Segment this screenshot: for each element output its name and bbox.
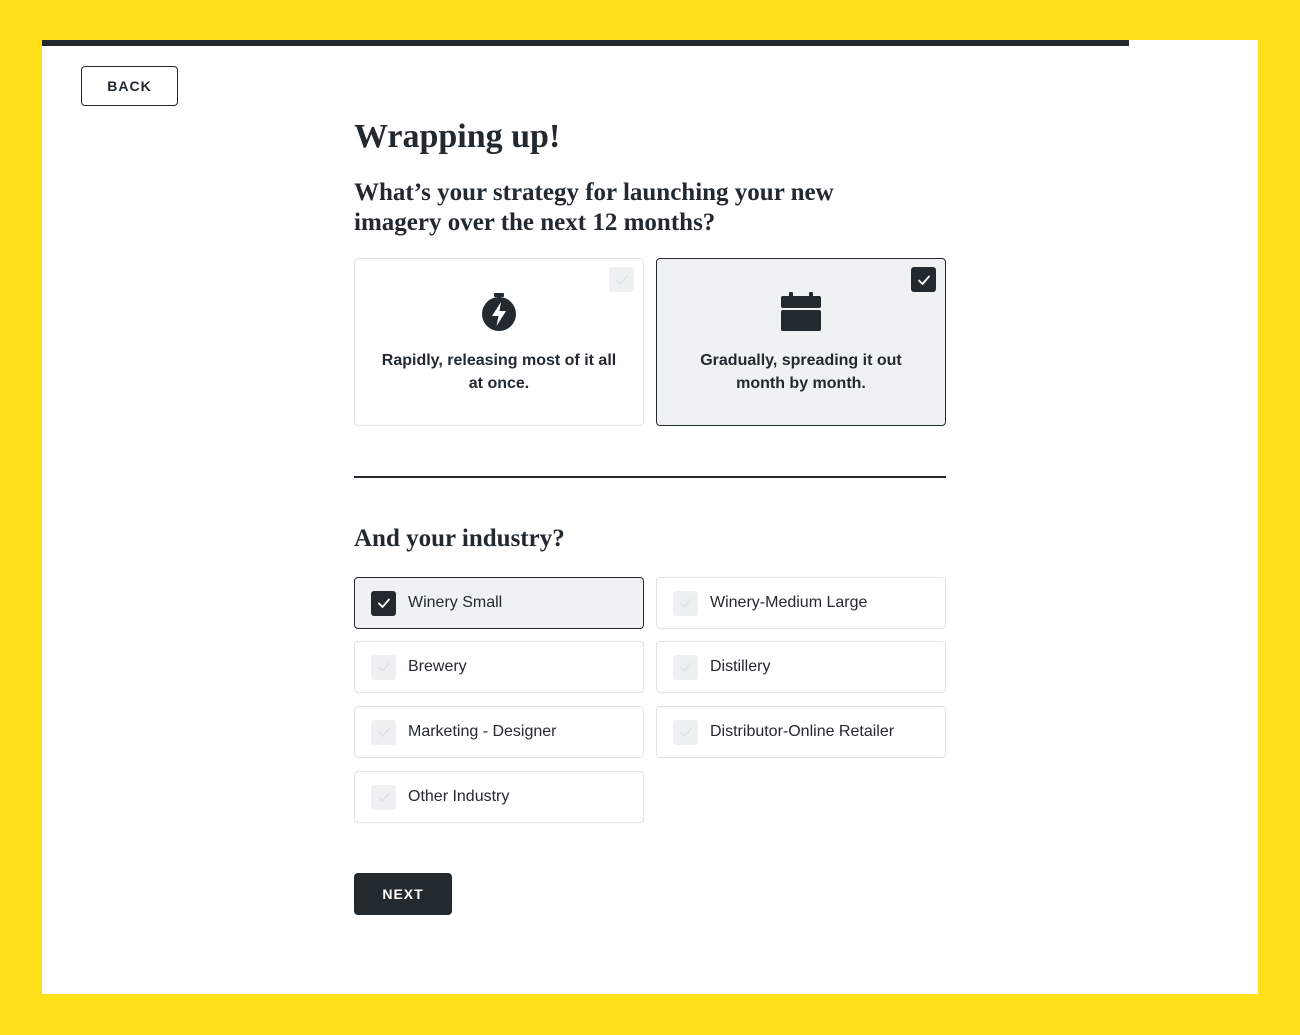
- industry-option-winery-small[interactable]: Winery Small: [354, 577, 644, 629]
- checkbox[interactable]: [371, 719, 396, 745]
- checkmark-icon: [377, 598, 390, 608]
- industry-option-brewery[interactable]: Brewery: [354, 641, 644, 693]
- checkmark-icon: [615, 275, 628, 285]
- industry-option-label: Marketing - Designer: [408, 723, 557, 740]
- stopwatch-icon: [482, 293, 516, 331]
- checkbox[interactable]: [911, 267, 936, 292]
- checkbox[interactable]: [673, 654, 698, 680]
- next-button[interactable]: NEXT: [354, 873, 452, 915]
- industry-option-distillery[interactable]: Distillery: [656, 641, 946, 693]
- section-divider: [354, 476, 946, 478]
- checkmark-icon: [917, 275, 930, 285]
- checkbox[interactable]: [673, 719, 698, 745]
- strategy-option-gradually[interactable]: Gradually, spreading it out month by mon…: [656, 258, 946, 426]
- strategy-option-rapidly[interactable]: Rapidly, releasing most of it all at onc…: [354, 258, 644, 426]
- industry-option-other-industry[interactable]: Other Industry: [354, 771, 644, 823]
- checkmark-icon: [377, 662, 390, 672]
- industry-question: And your industry?: [354, 525, 565, 552]
- strategy-option-label: Gradually, spreading it out month by mon…: [700, 352, 902, 392]
- checkmark-icon: [679, 598, 692, 608]
- strategy-option-label: Rapidly, releasing most of it all at onc…: [381, 352, 617, 392]
- industry-option-label: Brewery: [408, 658, 467, 675]
- industry-option-label: Other Industry: [408, 788, 510, 805]
- checkbox[interactable]: [371, 590, 396, 616]
- page-title: Wrapping up!: [354, 118, 561, 155]
- checkbox[interactable]: [371, 654, 396, 680]
- calendar-icon: [781, 292, 821, 331]
- progress-bar: [42, 40, 1258, 46]
- checkbox[interactable]: [609, 267, 634, 292]
- industry-option-label: Winery-Medium Large: [710, 594, 868, 611]
- checkmark-icon: [679, 727, 692, 737]
- strategy-question: What’s your strategy for launching your …: [354, 179, 834, 236]
- industry-option-marketing-designer[interactable]: Marketing - Designer: [354, 706, 644, 758]
- industry-option-label: Distillery: [710, 658, 771, 675]
- checkmark-icon: [377, 792, 390, 802]
- checkmark-icon: [377, 727, 390, 737]
- checkbox[interactable]: [673, 590, 698, 616]
- industry-option-label: Winery Small: [408, 594, 503, 611]
- back-button[interactable]: BACK: [81, 66, 178, 106]
- progress-fill: [42, 40, 1130, 46]
- industry-option-label: Distributor-Online Retailer: [710, 723, 895, 740]
- checkbox[interactable]: [371, 784, 396, 810]
- industry-option-winery-medium-large[interactable]: Winery-Medium Large: [656, 577, 946, 629]
- checkmark-icon: [679, 662, 692, 672]
- form-card: BACK Wrapping up! What’s your strategy f…: [42, 40, 1258, 994]
- industry-option-distributor-online-retailer[interactable]: Distributor-Online Retailer: [656, 706, 946, 758]
